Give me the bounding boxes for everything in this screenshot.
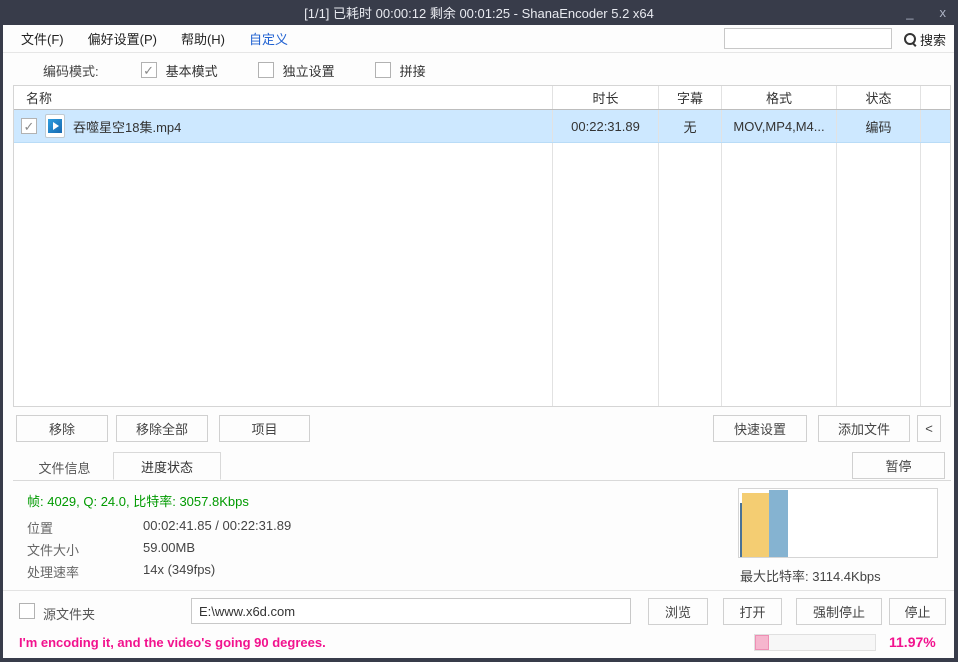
stop-button[interactable]: 停止 xyxy=(889,598,946,625)
search-button-label[interactable]: 搜索 xyxy=(920,30,946,49)
search-input[interactable] xyxy=(724,28,892,49)
bitrate-bar xyxy=(769,490,788,557)
bitrate-graph-bars xyxy=(740,489,937,557)
tab-progress-status[interactable]: 进度状态 xyxy=(113,452,221,480)
title-bar[interactable]: [1/1] 已耗时 00:00:12 剩余 00:01:25 - ShanaEn… xyxy=(0,0,958,25)
column-header-name[interactable]: 名称 xyxy=(14,86,553,109)
status-percent: 11.97% xyxy=(889,634,936,650)
browse-button[interactable]: 浏览 xyxy=(648,598,708,625)
menu-customize[interactable]: 自定义 xyxy=(237,25,300,52)
source-folder-checkbox[interactable] xyxy=(19,603,35,619)
concat-checkbox[interactable] xyxy=(375,62,391,78)
table-row[interactable]: 吞噬星空18集.mp4 00:22:31.89 无 MOV,MP4,M4... … xyxy=(14,110,950,143)
menu-file[interactable]: 文件(F) xyxy=(9,25,76,52)
basic-mode-checkbox[interactable] xyxy=(141,62,157,78)
remove-button[interactable]: 移除 xyxy=(16,415,108,442)
position-value: 00:02:41.85 / 00:22:31.89 xyxy=(143,518,291,537)
encoding-stats: 帧: 4029, Q: 24.0, 比特率: 3057.8Kbps xyxy=(27,491,249,510)
encoding-mode-row: 编码模式: 基本模式 独立设置 拼接 xyxy=(3,55,954,85)
max-bitrate-label: 最大比特率: 3114.4Kbps xyxy=(740,566,881,585)
file-status: 编码 xyxy=(837,110,921,142)
column-header-blank xyxy=(921,86,950,109)
status-progress-fill xyxy=(755,635,769,650)
pause-button[interactable]: 暂停 xyxy=(852,452,945,479)
independent-settings-label: 独立设置 xyxy=(283,61,335,80)
file-format: MOV,MP4,M4... xyxy=(722,110,837,142)
force-stop-button[interactable]: 强制停止 xyxy=(796,598,882,625)
encoding-mode-label: 编码模式: xyxy=(43,61,99,80)
concat-label: 拼接 xyxy=(400,61,426,80)
window-title: [1/1] 已耗时 00:00:12 剩余 00:01:25 - ShanaEn… xyxy=(304,3,654,22)
menu-bar: 文件(F) 偏好设置(P) 帮助(H) 自定义 搜索 xyxy=(3,25,954,53)
independent-settings-checkbox[interactable] xyxy=(258,62,274,78)
video-file-icon xyxy=(45,114,65,138)
add-files-button[interactable]: 添加文件 xyxy=(818,415,910,442)
tab-file-info[interactable]: 文件信息 xyxy=(16,453,113,481)
shanaencoder-window: [1/1] 已耗时 00:00:12 剩余 00:01:25 - ShanaEn… xyxy=(0,0,958,662)
quick-settings-button[interactable]: 快速设置 xyxy=(713,415,807,442)
position-row: 位置 00:02:41.85 / 00:22:31.89 xyxy=(27,518,291,537)
column-header-status[interactable]: 状态 xyxy=(837,86,921,109)
file-name: 吞噬星空18集.mp4 xyxy=(73,117,181,136)
speed-label: 处理速率 xyxy=(27,562,143,581)
menu-help[interactable]: 帮助(H) xyxy=(169,25,237,52)
search-icon[interactable] xyxy=(904,33,917,46)
bitrate-bar xyxy=(742,493,769,557)
menu-preferences[interactable]: 偏好设置(P) xyxy=(76,25,169,52)
table-empty-area xyxy=(14,143,950,406)
minimize-button[interactable]: _ xyxy=(902,5,917,20)
speed-value: 14x (349fps) xyxy=(143,562,215,581)
status-message: I'm encoding it, and the video's going 9… xyxy=(19,635,326,650)
status-progress-bar xyxy=(754,634,876,651)
file-duration: 00:22:31.89 xyxy=(553,110,659,142)
column-header-subtitle[interactable]: 字幕 xyxy=(659,86,722,109)
project-button[interactable]: 项目 xyxy=(219,415,310,442)
remove-all-button[interactable]: 移除全部 xyxy=(116,415,208,442)
basic-mode-label: 基本模式 xyxy=(166,61,218,80)
table-header: 名称 时长 字幕 格式 状态 xyxy=(14,86,950,110)
source-folder-label: 源文件夹 xyxy=(43,604,95,623)
file-subtitle: 无 xyxy=(659,110,722,142)
file-list-table: 名称 时长 字幕 格式 状态 吞噬星空18集.mp4 00:22:31.89 无… xyxy=(13,85,951,407)
position-label: 位置 xyxy=(27,518,143,537)
tab-bar-divider xyxy=(13,480,951,481)
app-frame: 文件(F) 偏好设置(P) 帮助(H) 自定义 搜索 编码模式: 基本模式 独立… xyxy=(0,25,958,662)
row-checkbox[interactable] xyxy=(21,118,37,134)
column-header-format[interactable]: 格式 xyxy=(722,86,837,109)
file-size-value: 59.00MB xyxy=(143,540,195,559)
file-size-label: 文件大小 xyxy=(27,540,143,559)
collapse-button[interactable]: < xyxy=(917,415,941,442)
file-size-row: 文件大小 59.00MB xyxy=(27,540,195,559)
output-path-input[interactable] xyxy=(191,598,631,624)
speed-row: 处理速率 14x (349fps) xyxy=(27,562,215,581)
open-button[interactable]: 打开 xyxy=(723,598,782,625)
bitrate-graph xyxy=(738,488,938,558)
close-button[interactable]: x xyxy=(936,5,951,20)
panel-divider xyxy=(3,590,954,591)
column-header-duration[interactable]: 时长 xyxy=(553,86,659,109)
